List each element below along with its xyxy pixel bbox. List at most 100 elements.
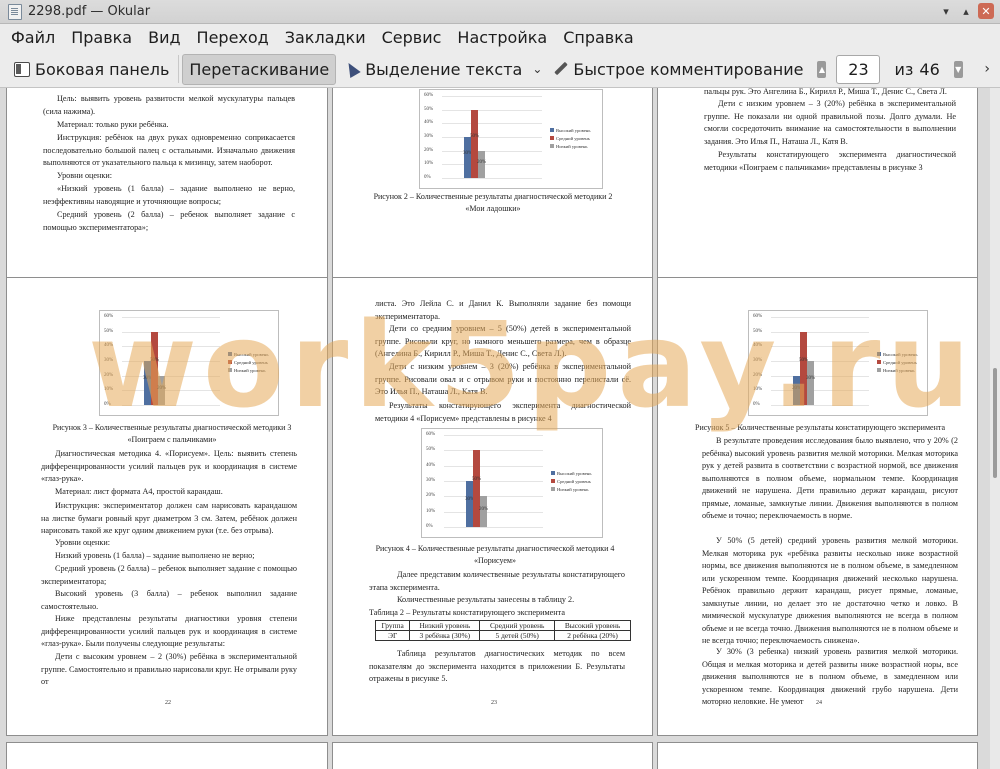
bar-chart: 60% 50% 40% 30% 20% 10% 0% 30% 50% 20% Высокий уро…: [99, 310, 279, 416]
legend-swatch: [551, 471, 555, 475]
page-text: Инструкция: экспериментатор должен сам н…: [41, 501, 297, 535]
quick-comment-button[interactable]: Быстрое комментирование: [548, 54, 809, 85]
drag-mode-button[interactable]: Перетаскивание: [182, 53, 337, 85]
page-text: Уровни оценки:: [55, 538, 111, 547]
cursor-icon: [343, 59, 361, 79]
chevron-down-icon[interactable]: ⌄: [532, 62, 542, 76]
page-text: Дети с высоким уровнем – 2 (30%) ребёнка…: [41, 652, 297, 686]
gridline: [122, 376, 220, 377]
menu-help[interactable]: Справка: [555, 24, 642, 51]
pen-icon: [554, 62, 568, 76]
legend-label: Средний уровень: [557, 479, 591, 484]
sidebar-button[interactable]: Боковая панель: [8, 54, 175, 85]
y-tick-label: 50%: [426, 447, 436, 452]
vertical-scrollbar[interactable]: [990, 88, 1000, 769]
y-tick-label: 40%: [424, 120, 434, 125]
gridline: [771, 376, 869, 377]
close-icon[interactable]: ✕: [978, 3, 994, 19]
table-cell: ЭГ: [374, 630, 411, 641]
chart-legend: Высокий уровень Средний уровень Низкий уро…: [551, 470, 591, 494]
menu-bookmarks[interactable]: Закладки: [277, 24, 374, 51]
page-text: Дети со средним уровнем – 5 (50%) детей …: [375, 324, 631, 358]
page-text: пальцы рук. Это Ангелина Б., Кирилл Р., …: [704, 88, 947, 96]
page-text: Дети с низким уровнем – 3 (20%) ребёнка …: [704, 99, 956, 146]
legend-entry: Низкий уровень: [228, 367, 268, 375]
page-text: Результаты констатирующего эксперимента …: [375, 401, 631, 423]
gridline: [122, 346, 220, 347]
main-toolbar: Боковая панель Перетаскивание Выделение …: [0, 51, 1000, 88]
gridline: [122, 405, 220, 406]
chart-bar: [473, 450, 480, 527]
document-viewport[interactable]: Цель: выявить уровень развитости мелкой …: [0, 88, 990, 769]
page-text: Далее представим количественные результа…: [369, 570, 625, 592]
page-text: Таблица результатов диагностических мето…: [369, 649, 625, 683]
legend-label: Низкий уровень: [883, 368, 915, 373]
menu-settings[interactable]: Настройка: [449, 24, 555, 51]
legend-entry: Высокий уровень: [551, 470, 591, 478]
menu-file[interactable]: Файл: [3, 24, 63, 51]
legend-entry: Средний уровень: [228, 359, 268, 367]
page-text: У 50% (5 детей) средний уровень развития…: [702, 536, 958, 645]
table-header-cell: Низкий уровень: [409, 620, 481, 631]
gridline: [771, 405, 869, 406]
legend-label: Низкий уровень: [556, 144, 588, 149]
y-tick-label: 30%: [426, 478, 436, 483]
previous-page-icon[interactable]: ▲: [817, 60, 827, 78]
gridline: [442, 123, 542, 124]
legend-entry: Высокий уровень: [228, 351, 268, 359]
y-tick-label: 40%: [104, 343, 114, 348]
page-24: 60% 50% 40% 30% 20% 10% 0% 20% 50% 30% Высокий уро…: [657, 277, 978, 736]
window-controls: ▾ ▴ ✕: [938, 3, 994, 19]
y-tick-label: 0%: [753, 402, 760, 407]
menu-go[interactable]: Переход: [189, 24, 277, 51]
scrollbar-thumb[interactable]: [993, 368, 997, 478]
y-tick-label: 60%: [424, 93, 434, 98]
figure-caption: Рисунок 3 – Количественные результаты ди…: [52, 423, 292, 444]
y-tick-label: 40%: [426, 463, 436, 468]
page-text: Уровни оценки:: [57, 171, 113, 180]
page-text: Цель: выявить уровень развитости мелкой …: [43, 94, 295, 116]
toolbar-overflow-icon[interactable]: ›: [984, 61, 990, 77]
legend-swatch: [550, 136, 554, 140]
legend-swatch: [550, 128, 554, 132]
menu-view[interactable]: Вид: [140, 24, 188, 51]
page-text: Низкий уровень (1 балла) – задание выпол…: [55, 551, 255, 560]
text-select-label: Выделение текста: [365, 59, 523, 79]
legend-swatch: [877, 352, 881, 356]
page-number-input[interactable]: [836, 54, 881, 84]
gridline: [444, 481, 543, 482]
legend-label: Низкий уровень: [234, 368, 266, 373]
y-tick-label: 10%: [104, 387, 114, 392]
legend-entry: Низкий уровень: [877, 367, 917, 375]
legend-label: Высокий уровень: [883, 352, 918, 357]
page-text: листа. Это Лейла С. и Данил К. Выполняли…: [375, 299, 631, 321]
table-cell: 2 ребёнка (20%): [554, 630, 631, 641]
minimize-icon[interactable]: ▾: [938, 3, 954, 19]
maximize-icon[interactable]: ▴: [958, 3, 974, 19]
window-title: 2298.pdf — Okular: [28, 4, 151, 19]
gridline: [771, 317, 869, 318]
y-tick-label: 0%: [426, 524, 433, 529]
y-tick-label: 40%: [753, 343, 763, 348]
y-tick-label: 30%: [753, 358, 763, 363]
table-cell: 3 ребёнка (30%): [409, 630, 481, 641]
table-title: Таблица 2 – Результаты констатирующего э…: [369, 608, 565, 617]
y-tick-label: 30%: [104, 358, 114, 363]
legend-swatch: [228, 368, 232, 372]
gridline: [771, 361, 869, 362]
page-of-label: из: [894, 59, 914, 79]
window-titlebar[interactable]: 2298.pdf — Okular ▾ ▴ ✕: [0, 0, 1000, 24]
text-select-button[interactable]: Выделение текста ⌄: [340, 54, 548, 85]
table-header-row: Группа Низкий уровень Средний уровень Вы…: [374, 620, 631, 631]
menu-tools[interactable]: Сервис: [374, 24, 450, 51]
gridline: [122, 317, 220, 318]
legend-swatch: [877, 368, 881, 372]
legend-entry: Низкий уровень: [550, 143, 590, 151]
bar-chart: 60% 50% 40% 30% 20% 10% 0% 20% 50% 30% Высокий уро…: [748, 310, 928, 416]
page-25: [6, 742, 328, 769]
bar-value-label: 50%: [470, 134, 480, 139]
chart-legend: Высокий уровень Средний уровень Низкий уро…: [877, 351, 917, 375]
menu-edit[interactable]: Правка: [63, 24, 140, 51]
next-page-icon[interactable]: ▼: [953, 60, 963, 78]
page-total: 46: [919, 59, 940, 79]
